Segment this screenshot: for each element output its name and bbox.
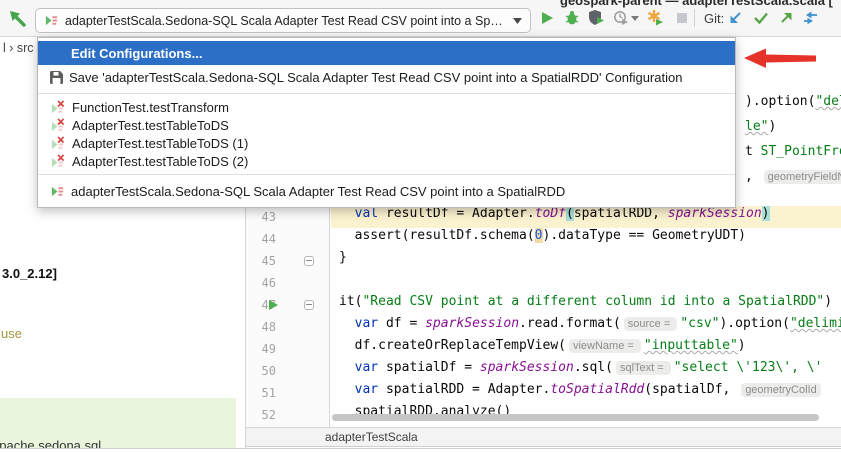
run-button[interactable]	[538, 9, 556, 27]
menu-item-recent-configuration[interactable]: AdapterTest.testTableToDS (1)	[38, 134, 735, 152]
code-fragment[interactable]: t ST_PointFro	[745, 144, 841, 166]
project-tree-selected-label: apache sedona sql	[0, 438, 101, 448]
menu-item-edit-configurations[interactable]: Edit Configurations...	[38, 41, 735, 65]
annotation-red-arrow	[742, 47, 820, 71]
menu-item-recent-configuration[interactable]: FunctionTest.testTransform	[38, 98, 735, 116]
menu-item-recent-configuration[interactable]: AdapterTest.testTableToDS (2)	[38, 152, 735, 170]
annotation-arrow-up-left-icon	[7, 8, 29, 30]
line-number: 49	[246, 338, 276, 360]
line-number: 45	[246, 250, 276, 272]
toolbar: geospark-parent — adapterTestScala.scala…	[0, 0, 841, 37]
breadcrumb[interactable]: l › src	[3, 41, 34, 55]
window-title: geospark-parent — adapterTestScala.scala…	[560, 0, 833, 8]
stop-button	[673, 9, 691, 27]
git-update-button[interactable]	[727, 9, 745, 27]
code-line[interactable]: }	[331, 250, 347, 272]
code-line[interactable]	[331, 272, 339, 294]
failed-test-config-icon	[50, 154, 66, 169]
git-fetch-button[interactable]	[802, 9, 820, 27]
menu-separator	[38, 93, 735, 94]
horizontal-scrollbar[interactable]	[332, 414, 819, 421]
scalatest-config-icon	[44, 13, 59, 28]
menu-separator	[38, 174, 735, 175]
chevron-down-icon	[513, 18, 522, 24]
git-commit-button[interactable]	[752, 9, 770, 27]
run-with-coverage-button[interactable]	[588, 9, 606, 27]
code-line[interactable]: var df = sparkSession.read.format(source…	[331, 316, 841, 338]
line-number: 46	[246, 272, 276, 294]
line-number: 48	[246, 316, 276, 338]
code-line[interactable]: var spatialDf = sparkSession.sql(sqlText…	[331, 360, 822, 382]
debug-button[interactable]	[563, 9, 581, 27]
code-line[interactable]: assert(resultDf.schema(0).dataType == Ge…	[331, 228, 746, 250]
line-number: 44	[246, 228, 276, 250]
line-number: 50	[246, 360, 276, 382]
run-anything-asterisk-button[interactable]	[646, 9, 664, 27]
code-line[interactable]: val resultDf = Adapter.toDf(spatialRDD, …	[331, 206, 770, 228]
status-bar-edge	[0, 448, 841, 449]
save-icon	[50, 71, 63, 84]
menu-item-save-configuration[interactable]: Save 'adapterTestScala.Sedona-SQL Scala …	[38, 65, 735, 89]
run-test-gutter-icon[interactable]	[268, 299, 279, 311]
line-number: 43	[246, 206, 276, 228]
project-tree-selected-row[interactable]: apache sedona sql	[0, 398, 236, 448]
scalatest-config-icon	[50, 184, 65, 199]
project-tree-item-module[interactable]: 3.0_2.12]	[2, 266, 57, 281]
code-fragment[interactable]: le")	[745, 119, 776, 141]
failed-test-config-icon	[50, 118, 66, 133]
fold-marker-icon[interactable]	[304, 300, 314, 310]
failed-test-config-icon	[50, 136, 66, 151]
line-number: 51	[246, 382, 276, 404]
menu-item-suggested-configuration[interactable]: adapterTestScala.Sedona-SQL Scala Adapte…	[38, 179, 735, 203]
run-configuration-combo[interactable]: adapterTestScala.Sedona-SQL Scala Adapte…	[35, 8, 531, 33]
line-number: 52	[246, 404, 276, 426]
profiler-dropdown-chevron-icon[interactable]	[631, 9, 640, 27]
project-tree-item-excluded[interactable]: use	[1, 326, 22, 341]
code-fragment[interactable]: , geometryFieldN	[745, 169, 841, 191]
run-configurations-dropdown: Edit Configurations... Save 'adapterTest…	[37, 37, 736, 208]
code-line[interactable]: it("Read CSV point at a different column…	[331, 294, 841, 316]
editor-bottom-breadcrumb-bar: adapterTestScala	[246, 427, 841, 447]
code-line[interactable]: var spatialRDD = Adapter.toSpatialRdd(sp…	[331, 382, 824, 404]
failed-test-config-icon	[50, 100, 66, 115]
editor-breadcrumb-item[interactable]: adapterTestScala	[325, 430, 418, 444]
toolbar-separator	[694, 9, 695, 27]
run-configuration-name: adapterTestScala.Sedona-SQL Scala Adapte…	[65, 14, 507, 28]
profiler-button[interactable]	[612, 9, 630, 27]
git-push-button[interactable]	[777, 9, 795, 27]
code-line[interactable]: df.createOrReplaceTempView(viewName = "i…	[331, 338, 746, 360]
menu-item-recent-configuration[interactable]: AdapterTest.testTableToDS	[38, 116, 735, 134]
ide-window: geospark-parent — adapterTestScala.scala…	[0, 0, 841, 452]
code-fragment[interactable]: ).option("deli	[745, 94, 841, 116]
git-label: Git:	[704, 11, 724, 26]
fold-marker-icon[interactable]	[304, 256, 314, 266]
